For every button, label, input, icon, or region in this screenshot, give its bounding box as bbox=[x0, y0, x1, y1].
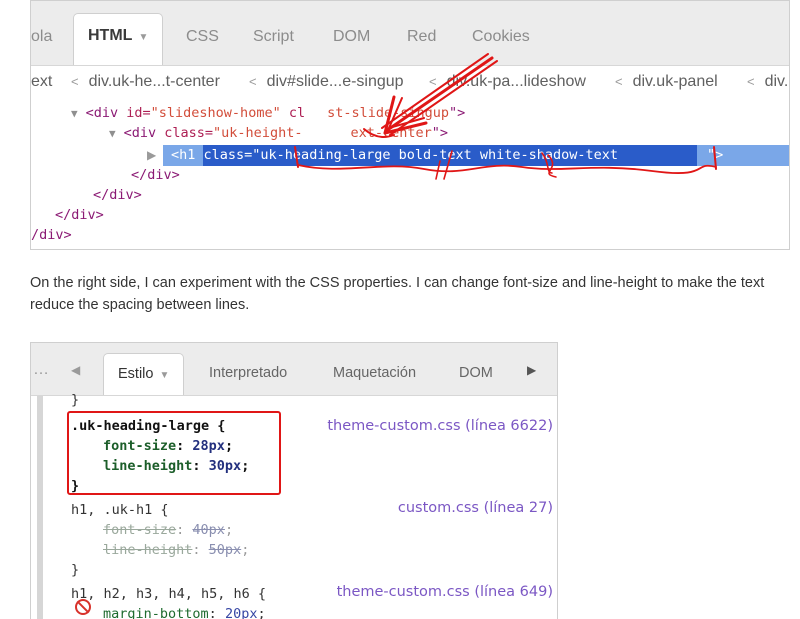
chevron-down-icon: ▼ bbox=[159, 370, 170, 381]
disable-property-icon[interactable] bbox=[75, 599, 91, 615]
tab-html[interactable]: HTML ▼ bbox=[73, 13, 164, 65]
tab-css[interactable]: CSS bbox=[186, 21, 219, 53]
chevron-left-icon: < bbox=[747, 74, 755, 89]
html-inspector-screenshot: ola HTML ▼ CSS Script DOM Red Cookies ext… bbox=[30, 0, 790, 250]
expand-triangle-icon[interactable]: ▼ bbox=[71, 107, 78, 120]
breadcrumb-item[interactable]: < div.uk-he...t-center bbox=[71, 73, 220, 91]
scroll-left-icon[interactable]: ◀ bbox=[71, 363, 80, 377]
tab-dom[interactable]: DOM bbox=[459, 365, 493, 381]
rule-close-brace: } bbox=[71, 392, 80, 408]
tab-estilo[interactable]: Estilo ▼ bbox=[103, 353, 185, 395]
chevron-left-icon: < bbox=[615, 74, 623, 89]
tab-script[interactable]: Script bbox=[253, 21, 294, 53]
rule-selector[interactable]: h1, h2, h3, h4, h5, h6 { bbox=[71, 584, 266, 604]
inspector-tab-bar: ola HTML ▼ CSS Script DOM Red Cookies bbox=[31, 1, 789, 66]
chevron-left-icon: < bbox=[249, 74, 257, 89]
chevron-down-icon: ▼ bbox=[138, 32, 149, 43]
red-highlight-box bbox=[67, 411, 281, 495]
tab-interpretado[interactable]: Interpretado bbox=[209, 365, 287, 381]
tab-dom[interactable]: DOM bbox=[333, 21, 370, 53]
dom-node[interactable]: /div> bbox=[31, 225, 72, 245]
rule-source-link[interactable]: theme-custom.css (línea 649) bbox=[337, 584, 553, 600]
rule-source-link[interactable]: theme-custom.css (línea 6622) bbox=[327, 418, 553, 434]
css-property[interactable]: margin-bottom: 20px; bbox=[103, 604, 266, 619]
dom-node[interactable]: </div> bbox=[131, 165, 180, 185]
dom-node[interactable]: </div> bbox=[93, 185, 142, 205]
css-inspector-screenshot: … ◀ Estilo ▼ Interpretado Maquetación DOM… bbox=[30, 342, 558, 619]
breadcrumb-item[interactable]: < div. bbox=[747, 73, 788, 91]
dom-node[interactable]: ▼ <div class="uk-height-ext-center"> bbox=[109, 123, 448, 143]
dom-node[interactable]: </div> bbox=[55, 205, 104, 225]
selected-node-text[interactable]: <h1 class="uk-heading-large bold-text wh… bbox=[171, 145, 618, 166]
rule-source-link[interactable]: custom.css (línea 27) bbox=[398, 500, 553, 516]
breadcrumb: ext < div.uk-he...t-center < div#slide...e… bbox=[31, 66, 789, 100]
css-property-overridden[interactable]: font-size: 40px; bbox=[103, 520, 233, 540]
breadcrumb-item[interactable]: ext bbox=[31, 73, 52, 91]
paragraph-line: reduce the spacing between lines. bbox=[30, 297, 250, 313]
article-paragraph: On the right side, I can experiment with… bbox=[30, 272, 800, 316]
tab-cookies[interactable]: Cookies bbox=[472, 21, 530, 53]
chevron-left-icon: < bbox=[71, 74, 79, 89]
chevron-left-icon: < bbox=[429, 74, 437, 89]
rule-selector[interactable]: h1, .uk-h1 { bbox=[71, 500, 169, 520]
style-tab-bar: … ◀ Estilo ▼ Interpretado Maquetación DOM… bbox=[31, 343, 557, 396]
selected-node-close: "> bbox=[707, 147, 724, 163]
expand-triangle-icon[interactable]: ▶ bbox=[147, 145, 156, 166]
dom-node[interactable]: ▼ <div id="slideshow-home" cl st-slide-sin… bbox=[71, 103, 465, 123]
tab-maquetacion[interactable]: Maquetación bbox=[333, 365, 416, 381]
css-property-overridden[interactable]: line-height: 50px; bbox=[103, 540, 249, 560]
breadcrumb-item[interactable]: < div.uk-panel bbox=[615, 73, 718, 91]
expand-triangle-icon[interactable]: ▼ bbox=[109, 127, 116, 140]
more-icon[interactable]: … bbox=[33, 361, 49, 379]
breadcrumb-item[interactable]: < div#slide...e-singup bbox=[249, 73, 404, 91]
breadcrumb-item[interactable]: < div.uk-pa...lideshow bbox=[429, 73, 586, 91]
tab-console[interactable]: ola bbox=[31, 21, 52, 53]
scroll-right-icon[interactable]: ▶ bbox=[527, 363, 536, 377]
tab-red[interactable]: Red bbox=[407, 21, 436, 53]
rule-close-brace: } bbox=[71, 562, 80, 578]
paragraph-line: On the right side, I can experiment with… bbox=[30, 275, 765, 291]
